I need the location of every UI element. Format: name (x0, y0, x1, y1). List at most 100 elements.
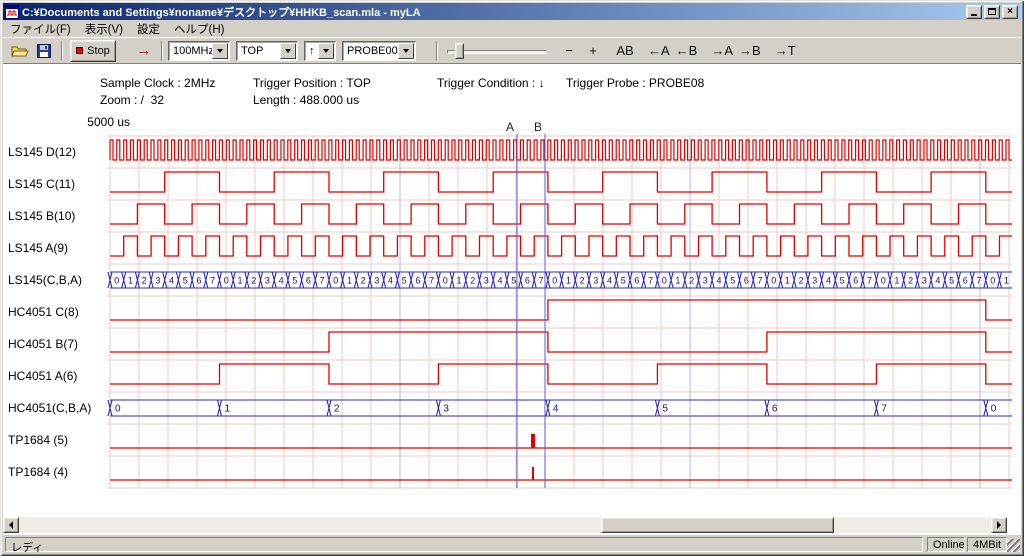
marker-ab-button[interactable]: AB (613, 41, 637, 61)
chevron-down-icon[interactable] (280, 43, 296, 59)
chevron-down-icon[interactable] (398, 43, 414, 59)
zoom-slider[interactable] (447, 41, 547, 61)
next-marker-b-button[interactable]: →B (736, 41, 764, 61)
goto-trigger-button[interactable]: →T (772, 41, 799, 61)
bus-value: 7 (867, 276, 872, 286)
bus-value: 5 (662, 404, 668, 415)
bus-value: 5 (511, 276, 516, 286)
open-file-button[interactable] (8, 40, 32, 62)
bus-value: 0 (881, 276, 886, 286)
channel-label[interactable]: HC4051 A(6) (8, 369, 77, 383)
scrollbar-thumb[interactable] (601, 517, 834, 533)
bus-value: 3 (812, 276, 817, 286)
bus-value: 3 (593, 276, 598, 286)
bus-value: 6 (196, 276, 201, 286)
bus-value: 6 (853, 276, 858, 286)
marker-A[interactable]: A (506, 120, 517, 488)
pulse-mark (532, 467, 534, 480)
bus-trace (108, 400, 1012, 416)
bus-value: 7 (757, 276, 762, 286)
save-button[interactable] (32, 40, 56, 62)
horizontal-scrollbar[interactable] (3, 517, 1007, 533)
channel-label[interactable]: TP1684 (4) (8, 465, 68, 479)
bus-value: 6 (744, 276, 749, 286)
prev-marker-b-button[interactable]: ←B (673, 41, 701, 61)
bus-trace (108, 272, 1012, 288)
signal-trace (110, 364, 1012, 384)
prev-marker-a-button[interactable]: ←A (645, 41, 673, 61)
channel-label[interactable]: HC4051 C(8) (8, 305, 79, 319)
status-message: レディ (5, 537, 923, 552)
menu-bar: ファイル(F) 表示(V) 設定 ヘルプ(H) (3, 20, 1021, 37)
scroll-left-button[interactable] (3, 517, 19, 533)
app-window: C:¥Documents and Settings¥noname¥デスクトップ¥… (0, 0, 1024, 556)
scroll-right-button[interactable] (991, 517, 1007, 533)
window-controls: × (966, 5, 1019, 19)
bus-value: 5 (402, 276, 407, 286)
bus-value: 7 (320, 276, 325, 286)
bus-value: 5 (730, 276, 735, 286)
sample-clock-value: 100MHz (169, 45, 212, 57)
channel-row: TP1684 (5) (8, 433, 1012, 448)
bus-value: 2 (361, 276, 366, 286)
zoom-in-button[interactable]: + (581, 41, 605, 61)
bus-value: 4 (497, 276, 502, 286)
signal-trace (110, 204, 1012, 224)
sample-clock-select[interactable]: 100MHz (168, 41, 230, 61)
channel-label[interactable]: LS145 A(9) (8, 241, 68, 255)
channel-label[interactable]: LS145 C(11) (8, 177, 75, 191)
probe-value: PROBE00 (343, 45, 398, 57)
stop-button[interactable]: Stop (70, 40, 116, 62)
bus-value: 1 (566, 276, 571, 286)
trigger-edge-select[interactable]: ↑ (304, 41, 336, 61)
signal-trace (110, 172, 1012, 192)
channel-row: HC4051(C,B,A)012345670 (8, 400, 1012, 416)
run-button[interactable]: → (132, 40, 156, 62)
trigger-position-info: Trigger Position : TOP (253, 76, 371, 90)
slider-thumb[interactable] (455, 43, 464, 59)
title-bar[interactable]: C:¥Documents and Settings¥noname¥デスクトップ¥… (3, 3, 1021, 20)
status-memory: 4MBit (967, 537, 1007, 552)
channel-label[interactable]: TP1684 (5) (8, 433, 68, 447)
bus-value: 1 (128, 276, 133, 286)
menu-view[interactable]: 表示(V) (78, 20, 130, 38)
menu-settings[interactable]: 設定 (130, 20, 167, 38)
menu-help[interactable]: ヘルプ(H) (167, 20, 231, 38)
bus-value: 2 (142, 276, 147, 286)
next-marker-a-button[interactable]: →A (708, 41, 736, 61)
probe-select[interactable]: PROBE00 (342, 41, 416, 61)
channel-label[interactable]: LS145(C,B,A) (8, 273, 82, 287)
bus-value: 4 (716, 276, 721, 286)
zoom-out-button[interactable]: − (557, 41, 581, 61)
bus-value: 1 (785, 276, 790, 286)
close-button[interactable]: × (1002, 5, 1018, 19)
channel-label[interactable]: LS145 B(10) (8, 209, 75, 223)
trigger-position-select[interactable]: TOP (236, 41, 298, 61)
channel-row: TP1684 (4) (8, 465, 1012, 480)
pulse-mark (531, 434, 535, 448)
channel-label[interactable]: LS145 D(12) (8, 145, 76, 159)
menu-file[interactable]: ファイル(F) (3, 20, 78, 38)
maximize-button[interactable] (984, 5, 1000, 19)
chevron-down-icon[interactable] (212, 43, 228, 59)
bus-value: 6 (634, 276, 639, 286)
bus-value: 2 (689, 276, 694, 286)
bus-value: 4 (826, 276, 831, 286)
app-icon (5, 5, 19, 19)
status-online: Online (927, 537, 965, 552)
signal-trace (110, 300, 1012, 320)
bus-value: 4 (607, 276, 612, 286)
zoom-info: Zoom : / 32 (100, 93, 164, 107)
time-div-label: 5000 us (87, 115, 130, 129)
stop-icon (76, 47, 83, 54)
bus-value: 2 (334, 404, 340, 415)
bus-value: 4 (279, 276, 284, 286)
chevron-down-icon[interactable] (318, 43, 334, 59)
channel-row: LS145 D(12) (8, 140, 1012, 160)
channel-label[interactable]: HC4051(C,B,A) (8, 401, 91, 415)
length-info: Length : 488.000 us (253, 93, 359, 107)
marker-B[interactable]: B (534, 120, 545, 488)
minimize-button[interactable] (966, 5, 982, 19)
channel-label[interactable]: HC4051 B(7) (8, 337, 78, 351)
resize-grip[interactable] (1007, 539, 1020, 552)
